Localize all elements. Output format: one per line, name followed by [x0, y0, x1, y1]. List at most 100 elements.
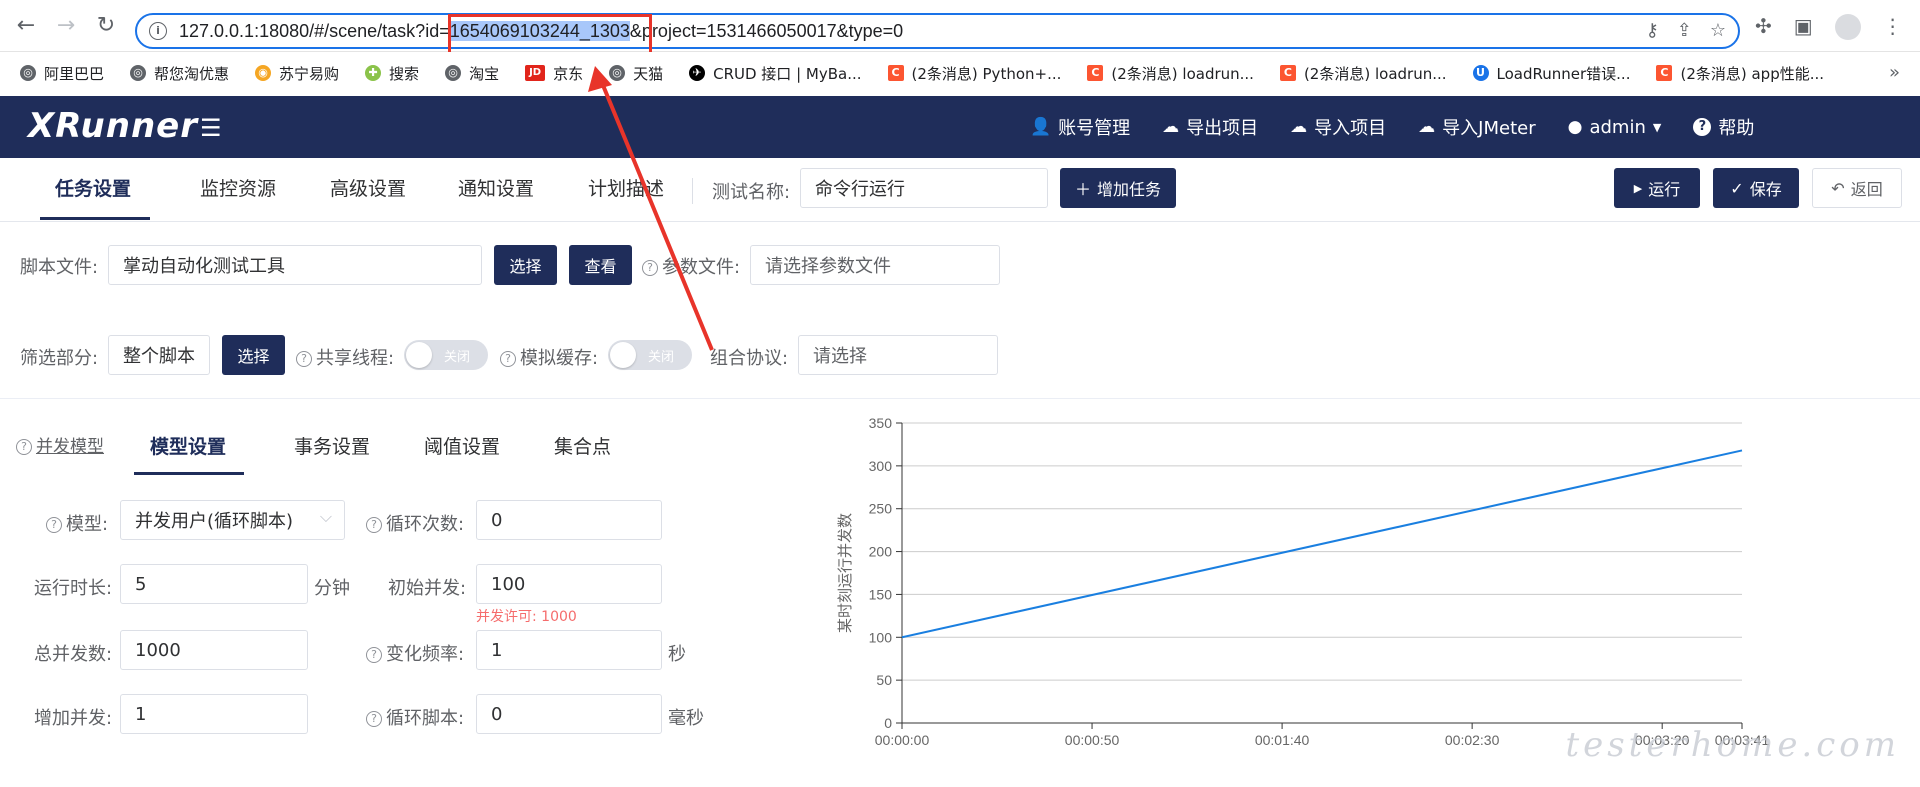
model-select[interactable]: 并发用户(循环脚本) ⌵ — [120, 500, 345, 540]
bookmark-item[interactable]: U LoadRunner错误... — [1472, 63, 1630, 84]
run-button[interactable]: ▶ 运行 — [1614, 168, 1700, 208]
back-button[interactable]: ↶ 返回 — [1812, 168, 1902, 208]
save-button[interactable]: ✓ 保存 — [1713, 168, 1799, 208]
bookmark-item[interactable]: JD 京东 — [525, 63, 583, 84]
csdn-icon: C — [1279, 65, 1296, 81]
concurrency-model-link[interactable]: ? 并发模型 — [16, 432, 104, 457]
header-menu-item[interactable]: ☁ 导入JMeter — [1418, 114, 1535, 140]
tab-plan-description[interactable]: 计划描述 — [588, 174, 664, 201]
change-freq-label-wrap: ? 变化频率: — [366, 640, 464, 666]
choose-script-button[interactable]: 选择 — [494, 245, 557, 285]
filter-label: 筛选部分: — [20, 348, 99, 369]
help-icon[interactable]: ? — [366, 517, 382, 533]
change-freq-input[interactable]: 1 — [476, 630, 662, 670]
y-tick-label: 200 — [869, 544, 893, 560]
csdn-icon: C — [887, 65, 904, 81]
bookmark-item[interactable]: C (2条消息) app性能... — [1656, 63, 1824, 84]
bookmarks-overflow-icon[interactable]: » — [1889, 62, 1900, 83]
bookmark-item[interactable]: ◎ 阿里巴巴 — [20, 63, 104, 84]
bookmark-item[interactable]: ◉ 苏宁易购 — [255, 63, 339, 84]
header-menu-item[interactable]: ☁ 导入项目 — [1290, 114, 1386, 140]
header-menu-item[interactable]: 👤 账号管理 — [1030, 114, 1130, 140]
subtab-transaction-settings[interactable]: 事务设置 — [294, 432, 370, 459]
help-icon[interactable]: ? — [46, 517, 62, 533]
sidepanel-icon[interactable]: ▣ — [1794, 14, 1813, 40]
star-icon[interactable]: ☆ — [1710, 20, 1726, 41]
bookmark-item[interactable]: C (2条消息) Python+... — [887, 63, 1062, 84]
loop-script-input[interactable]: 0 — [476, 694, 662, 734]
bookmark-item[interactable]: ✈ CRUD 接口 | MyBa... — [689, 63, 862, 84]
kebab-menu-icon[interactable]: ⋮ — [1883, 14, 1903, 40]
script-file-input[interactable]: 掌动自动化测试工具 — [108, 245, 482, 285]
header-menu-label: 导入JMeter — [1442, 118, 1536, 139]
param-file-input[interactable]: 请选择参数文件 — [750, 245, 1000, 285]
profile-avatar-icon[interactable] — [1834, 14, 1861, 40]
help-icon[interactable]: ? — [500, 351, 516, 367]
subtab-rendezvous[interactable]: 集合点 — [554, 432, 611, 459]
bookmark-item[interactable]: ◎ 淘宝 — [445, 63, 499, 84]
total-concurrency-input[interactable]: 1000 — [120, 630, 308, 670]
header-menu-item[interactable]: ? 帮助 — [1693, 114, 1754, 140]
initial-concurrency-input[interactable]: 100 — [476, 564, 662, 604]
increase-concurrency-input[interactable]: 1 — [120, 694, 308, 734]
cloud-download-icon: ☁ — [1162, 117, 1180, 137]
url-suffix: &project=1531466050017&type=0 — [629, 21, 904, 41]
bookmark-label: (2条消息) Python+... — [911, 64, 1062, 83]
view-script-button[interactable]: 查看 — [569, 245, 632, 285]
back-arrow-icon[interactable]: ← — [14, 14, 38, 38]
loop-count-input[interactable]: 0 — [476, 500, 662, 540]
add-task-button[interactable]: ＋ 增加任务 — [1060, 168, 1176, 208]
divider — [692, 178, 693, 204]
bookmark-item[interactable]: ◎ 天猫 — [609, 63, 663, 84]
test-name-label: 测试名称: — [712, 182, 791, 203]
y-axis-title: 某时刻运行并发数 — [836, 513, 854, 633]
forward-arrow-icon[interactable]: → — [54, 14, 78, 38]
shared-thread-label-wrap: ? 共享线程: — [296, 344, 394, 370]
csdn-icon: C — [1087, 65, 1104, 81]
reload-icon[interactable]: ↻ — [94, 14, 118, 38]
toggle-state: 关闭 — [444, 350, 471, 365]
tab-monitor-resources[interactable]: 监控资源 — [200, 174, 276, 201]
duration-unit: 分钟 — [314, 578, 350, 599]
play-icon: ▶ — [1633, 181, 1643, 195]
help-icon[interactable]: ? — [366, 647, 382, 663]
help-icon[interactable]: ? — [642, 260, 658, 276]
tab-notification-settings[interactable]: 通知设置 — [458, 174, 534, 201]
bookmark-item[interactable]: ◎ 帮您淘优惠 — [130, 63, 229, 84]
header-menu-item[interactable]: ● admin ▼ — [1568, 114, 1662, 140]
site-info-icon[interactable]: i — [149, 22, 167, 40]
choose-filter-button[interactable]: 选择 — [222, 335, 285, 375]
caret-down-icon: ▼ — [1652, 120, 1662, 134]
header-menu-item[interactable]: ☁ 导出项目 — [1162, 114, 1258, 140]
shared-thread-toggle[interactable]: 关闭 — [404, 340, 488, 370]
subtab-threshold-settings[interactable]: 阈值设置 — [424, 432, 500, 459]
param-file-label: 参数文件: — [662, 257, 741, 278]
sim-cache-toggle[interactable]: 关闭 — [608, 340, 692, 370]
change-freq-unit: 秒 — [668, 644, 686, 665]
help-icon[interactable]: ? — [296, 351, 312, 367]
subtab-model-settings[interactable]: 模型设置 — [150, 432, 226, 459]
duration-label: 运行时长: — [34, 578, 113, 599]
extensions-icon[interactable]: ✣ — [1755, 14, 1772, 40]
task-tabs-bar: 任务设置 监控资源 高级设置 通知设置 计划描述 测试名称: 命令行运行 ＋ 增加… — [0, 158, 1920, 222]
duration-input[interactable]: 5 — [120, 564, 308, 604]
tab-task-settings[interactable]: 任务设置 — [55, 174, 131, 201]
bookmark-item[interactable]: C (2条消息) loadrun... — [1279, 63, 1447, 84]
suning-icon: ◉ — [255, 65, 272, 81]
combo-protocol-select[interactable]: 请选择 — [798, 335, 998, 375]
menu-toggle-icon[interactable]: ☰ — [200, 114, 222, 142]
share-icon[interactable]: ⇪ — [1677, 20, 1692, 41]
header-menu-label: 账号管理 — [1058, 118, 1131, 139]
bookmark-item[interactable]: C (2条消息) loadrun... — [1087, 63, 1254, 84]
filter-input[interactable]: 整个脚本 — [108, 335, 210, 375]
help-icon[interactable]: ? — [366, 711, 382, 727]
test-name-input[interactable]: 命令行运行 — [800, 168, 1048, 208]
section-divider — [0, 398, 1920, 399]
bookmark-item[interactable]: ✚ 搜索 — [365, 63, 419, 84]
bookmarks-bar: ◎ 阿里巴巴 ◎ 帮您淘优惠 ◉ 苏宁易购 ✚ 搜索 ◎ 淘宝 JD 京东 ◎ 天猫 ✈ CRUD 接口 | … — [0, 52, 1920, 94]
help-icon[interactable]: ? — [16, 439, 32, 455]
tab-advanced-settings[interactable]: 高级设置 — [330, 174, 406, 201]
address-bar[interactable]: i 127.0.0.1:18080/#/scene/task?id=165406… — [135, 13, 1740, 49]
key-icon[interactable]: ⚷ — [1646, 20, 1659, 41]
run-label: 运行 — [1648, 180, 1681, 199]
